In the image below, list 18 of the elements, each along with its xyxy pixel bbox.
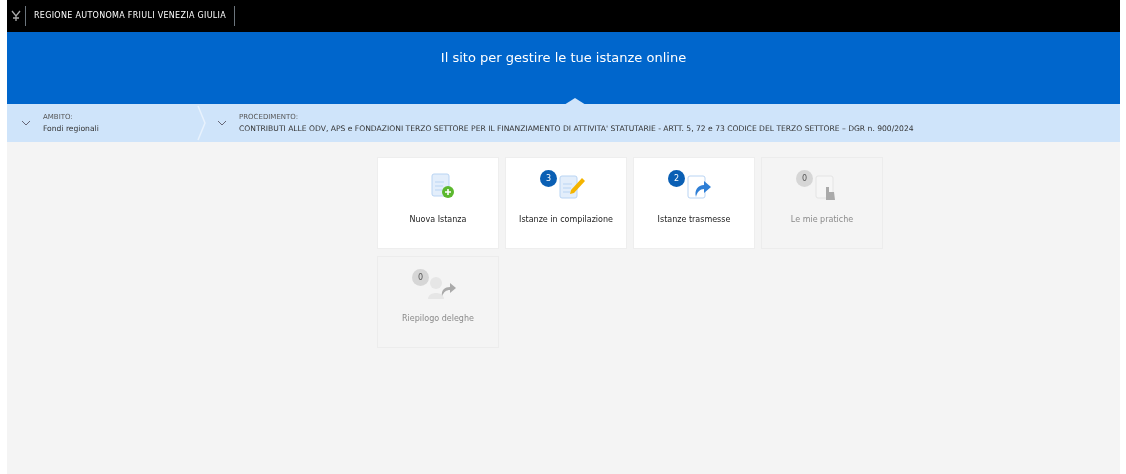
separator-chevron-icon: [197, 105, 207, 141]
emblem-icon: [11, 10, 21, 22]
menu-tile[interactable]: 3 Istanze in compilazione: [505, 157, 627, 249]
chevron-down-icon[interactable]: [217, 120, 227, 126]
tile-label: Nuova Istanza: [409, 214, 467, 226]
tile-label: Le mie pratiche: [790, 214, 854, 226]
tile-label: Istanze in compilazione: [519, 214, 613, 226]
count-badge: 3: [540, 170, 557, 187]
menu-tile[interactable]: 2 Istanze trasmesse: [633, 157, 755, 249]
chevron-down-icon[interactable]: [21, 120, 31, 126]
hero-title: Il sito per gestire le tue istanze online: [440, 49, 687, 67]
count-badge: 0: [796, 170, 813, 187]
menu-tile[interactable]: Nuova Istanza: [377, 157, 499, 249]
tile-label: Riepilogo deleghe: [402, 313, 474, 325]
count-badge: 0: [412, 269, 429, 286]
tile-label: Istanze trasmesse: [657, 214, 731, 226]
count-badge: 2: [668, 170, 685, 187]
region-name[interactable]: REGIONE AUTONOMA FRIULI VENEZIA GIULIA: [25, 6, 236, 26]
